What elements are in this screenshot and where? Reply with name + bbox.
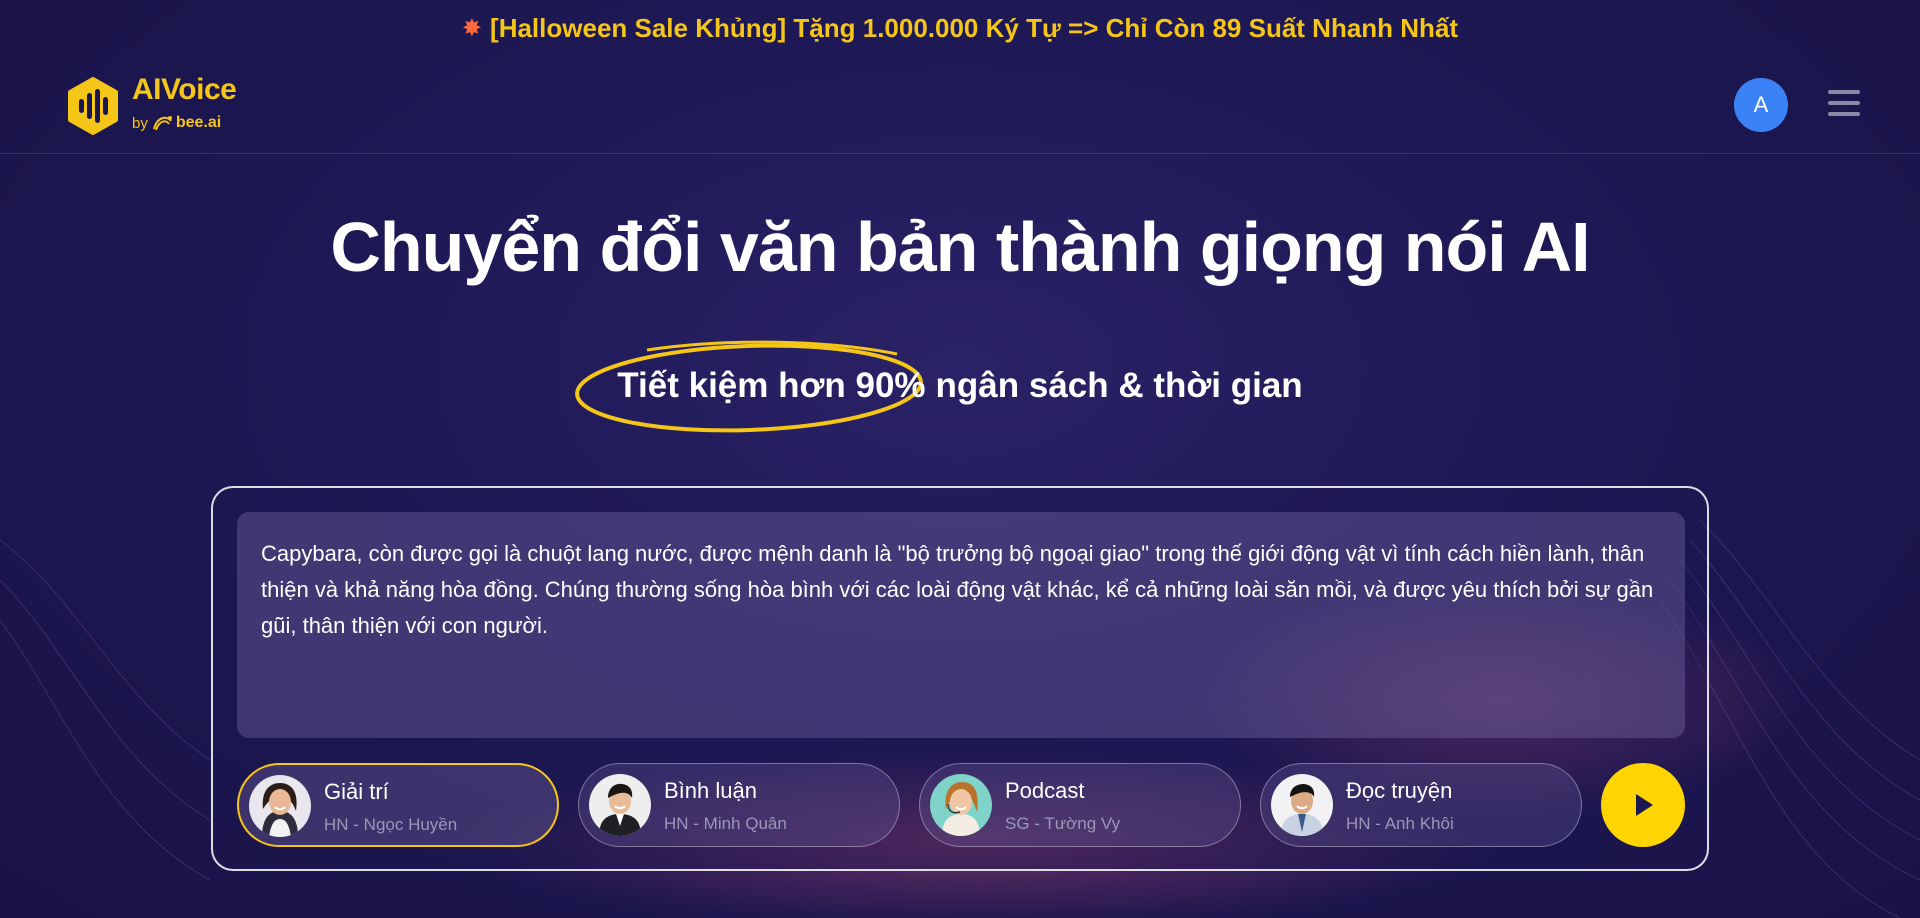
voice-speaker: SG - Tường Vy bbox=[1005, 814, 1121, 833]
voice-avatar-anh-khoi bbox=[1271, 774, 1333, 836]
brand-name: AIVoice bbox=[132, 73, 237, 106]
hero-title: Chuyển đổi văn bản thành giọng nói AI bbox=[330, 208, 1590, 286]
page: ✸ [Halloween Sale Khủng] Tặng 1.000.000 … bbox=[0, 0, 1920, 918]
hamburger-menu-icon[interactable] bbox=[1828, 90, 1862, 120]
voice-speaker: HN - Minh Quân bbox=[664, 814, 787, 833]
voice-option-binh-luan[interactable]: Bình luận HN - Minh Quân bbox=[578, 763, 900, 847]
bee-icon bbox=[152, 116, 172, 131]
promo-banner[interactable]: ✸ [Halloween Sale Khủng] Tặng 1.000.000 … bbox=[0, 0, 1920, 56]
soundwave-logo-icon bbox=[68, 77, 118, 135]
voice-label: Đọc truyện bbox=[1346, 778, 1453, 803]
user-avatar[interactable]: A bbox=[1734, 78, 1788, 132]
tts-demo-card: Capybara, còn được gọi là chuột lang nướ… bbox=[211, 486, 1709, 871]
site-header: AIVoice by bee.ai A bbox=[0, 56, 1920, 154]
voice-label: Podcast bbox=[1005, 778, 1085, 803]
voice-option-podcast[interactable]: Podcast SG - Tường Vy bbox=[919, 763, 1241, 847]
play-button[interactable] bbox=[1601, 763, 1685, 847]
play-icon bbox=[1636, 794, 1653, 816]
hero-subtitle: Tiết kiệm hơn 90% ngân sách & thời gian bbox=[0, 340, 1920, 433]
voice-speaker: HN - Ngọc Huyền bbox=[324, 815, 458, 834]
brand-logo[interactable]: AIVoice by bee.ai bbox=[64, 73, 274, 139]
subtitle-rest: ngân sách & thời gian bbox=[935, 366, 1303, 405]
voice-option-giai-tri[interactable]: Giải trí HN - Ngọc Huyền bbox=[237, 763, 559, 847]
voice-option-doc-truyen[interactable]: Đọc truyện HN - Anh Khôi bbox=[1260, 763, 1582, 847]
voice-avatar-tuong-vy bbox=[930, 774, 992, 836]
brand-by: by bbox=[132, 114, 148, 132]
voice-label: Bình luận bbox=[664, 778, 757, 803]
voice-avatar-ngoc-huyen bbox=[249, 775, 311, 837]
voice-speaker: HN - Anh Khôi bbox=[1346, 814, 1454, 833]
promo-text: [Halloween Sale Khủng] Tặng 1.000.000 Ký… bbox=[490, 12, 1459, 43]
sparkle-icon: ✸ bbox=[461, 14, 483, 42]
brand-byline: by bee.ai bbox=[132, 113, 221, 133]
highlight-phrase: Tiết kiệm hơn 90% bbox=[575, 340, 926, 433]
voice-selector: Giải trí HN - Ngọc Huyền Bình luận HN - … bbox=[237, 763, 1685, 847]
text-input-area[interactable]: Capybara, còn được gọi là chuột lang nướ… bbox=[237, 512, 1685, 738]
voice-avatar-minh-quan bbox=[589, 774, 651, 836]
highlight-text: Tiết kiệm hơn 90% bbox=[617, 366, 926, 405]
voice-label: Giải trí bbox=[324, 779, 389, 804]
brand-partner: bee.ai bbox=[175, 114, 222, 131]
